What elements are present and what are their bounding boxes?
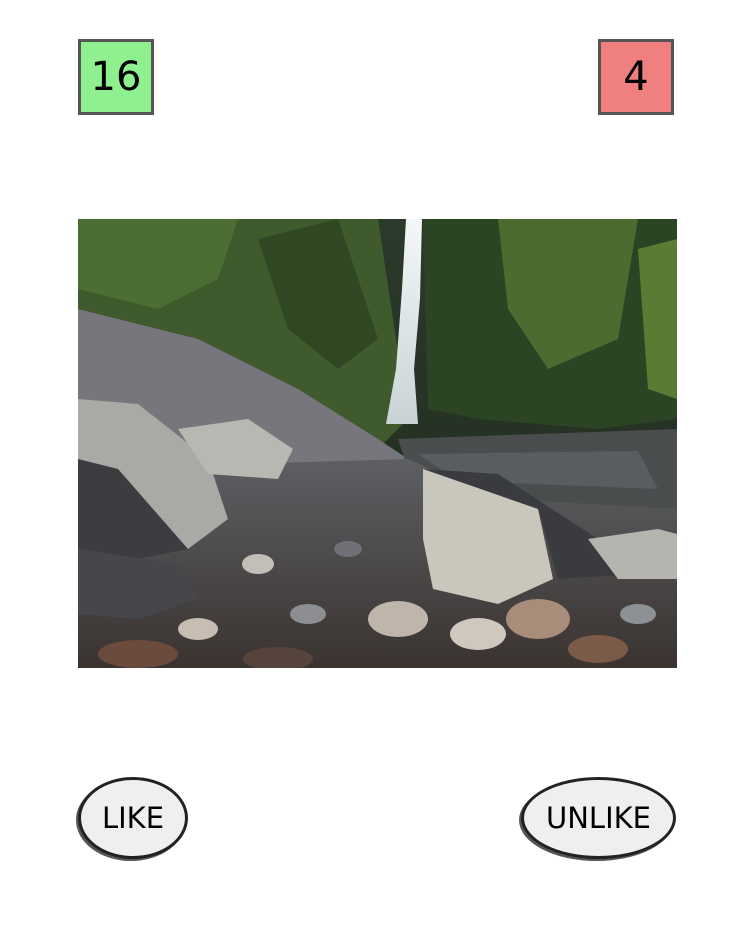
like-button[interactable]: LIKE <box>78 777 188 859</box>
unlike-counter: 4 <box>598 39 674 115</box>
waterfall-photo <box>78 219 677 668</box>
like-counter: 16 <box>78 39 154 115</box>
unlike-button[interactable]: UNLIKE <box>521 777 676 859</box>
